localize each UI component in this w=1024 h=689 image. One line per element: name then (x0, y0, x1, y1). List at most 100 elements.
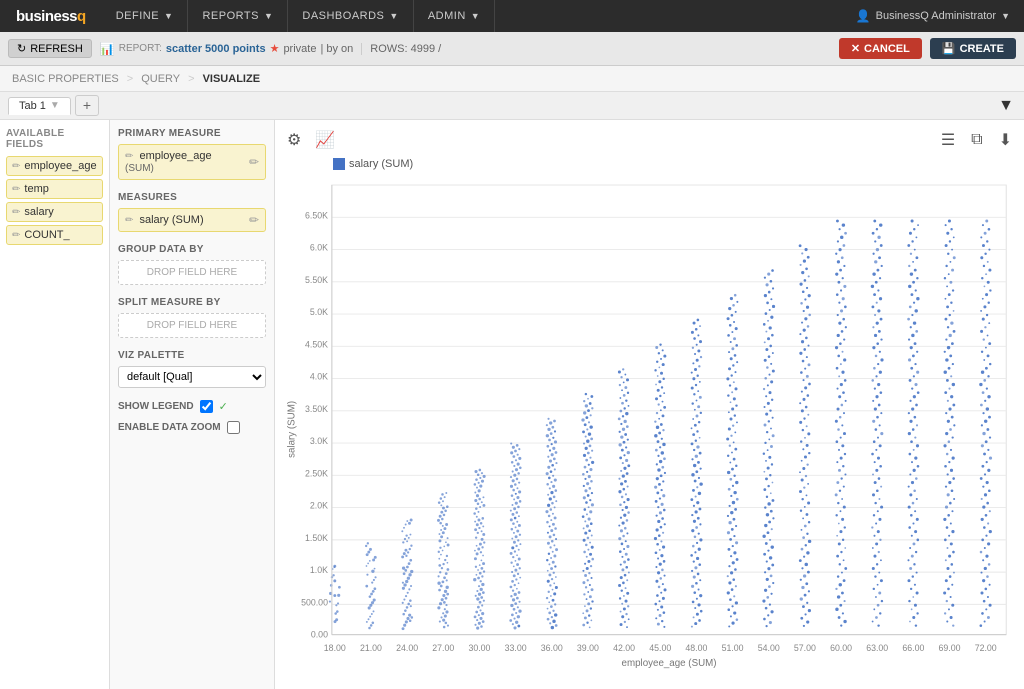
svg-text:3.0K: 3.0K (310, 436, 328, 446)
pencil-icon: ✏ (12, 230, 20, 241)
breadcrumb-step-1[interactable]: BASIC PROPERTIES (12, 73, 119, 85)
enable-zoom-row: ENABLE DATA ZOOM (118, 421, 266, 434)
refresh-button[interactable]: ↻ REFRESH (8, 39, 92, 58)
chart-type-icon[interactable]: 📈 (311, 128, 339, 152)
group-data-dropzone[interactable]: DROP FIELD HERE (118, 260, 266, 285)
svg-text:60.00: 60.00 (830, 643, 852, 653)
svg-text:51.00: 51.00 (722, 643, 744, 653)
edit-primary-measure-icon[interactable]: ✏ (249, 155, 259, 169)
split-measure-title: SPLIT MEASURE BY (118, 297, 266, 308)
pencil-icon: ✏ (12, 184, 20, 195)
create-button[interactable]: 💾 CREATE (930, 38, 1016, 59)
nav-reports[interactable]: REPORTS ▼ (188, 0, 288, 32)
chart-tools-left: ⚙ 📈 (283, 128, 339, 152)
filter-icon[interactable]: ▼ (998, 97, 1014, 115)
svg-text:57.00: 57.00 (794, 643, 816, 653)
group-data-title: GROUP DATA BY (118, 244, 266, 255)
split-measure-dropzone[interactable]: DROP FIELD HERE (118, 313, 266, 338)
config-panel: PRIMARY MEASURE ✏ employee_age (SUM) ✏ M… (110, 120, 275, 689)
svg-text:5.0K: 5.0K (310, 307, 328, 317)
svg-text:72.00: 72.00 (975, 643, 997, 653)
svg-text:4.0K: 4.0K (310, 372, 328, 382)
svg-text:54.00: 54.00 (758, 643, 780, 653)
viz-palette-section: VIZ PALETTE default [Qual] (118, 350, 266, 388)
svg-text:66.00: 66.00 (902, 643, 924, 653)
primary-measure-title: PRIMARY MEASURE (118, 128, 266, 139)
main-area: AVAILABLE FIELDS ✏ employee_age ✏ temp ✏… (0, 120, 1024, 689)
svg-text:39.00: 39.00 (577, 643, 599, 653)
primary-measure-section: PRIMARY MEASURE ✏ employee_age (SUM) ✏ (118, 128, 266, 180)
svg-text:0.00: 0.00 (311, 630, 328, 640)
available-fields-title: AVAILABLE FIELDS (6, 128, 103, 150)
chart-toolbar: ⚙ 📈 ☰ ⧉ ⬇ (283, 126, 1016, 154)
svg-text:2.0K: 2.0K (310, 501, 328, 511)
report-info: 📊 REPORT: scatter 5000 points ★ private … (100, 42, 831, 56)
left-panel: AVAILABLE FIELDS ✏ employee_age ✏ temp ✏… (0, 120, 110, 689)
chart-settings-icon[interactable]: ⚙ (283, 128, 305, 152)
svg-text:63.00: 63.00 (866, 643, 888, 653)
svg-text:45.00: 45.00 (649, 643, 671, 653)
nav-define[interactable]: DEFINE ▼ (102, 0, 189, 32)
scatter-chart: salary (SUM) 0.00 (283, 172, 1016, 677)
svg-text:500.00: 500.00 (301, 597, 328, 607)
field-temp[interactable]: ✏ temp (6, 179, 103, 199)
tab-1[interactable]: Tab 1 ▼ (8, 97, 71, 115)
edit-measure-icon[interactable]: ✏ (249, 213, 259, 227)
svg-text:21.00: 21.00 (360, 643, 382, 653)
svg-text:42.00: 42.00 (613, 643, 635, 653)
svg-text:4.50K: 4.50K (305, 339, 328, 349)
svg-text:6.0K: 6.0K (310, 243, 328, 253)
svg-text:48.00: 48.00 (685, 643, 707, 653)
add-tab-button[interactable]: + (75, 95, 99, 116)
breadcrumb-step-3: VISUALIZE (203, 73, 260, 85)
field-count[interactable]: ✏ COUNT_ (6, 225, 103, 245)
split-measure-section: SPLIT MEASURE BY DROP FIELD HERE (118, 297, 266, 338)
svg-text:6.50K: 6.50K (305, 210, 328, 220)
viz-palette-select[interactable]: default [Qual] (118, 366, 266, 388)
svg-text:1.0K: 1.0K (310, 565, 328, 575)
chart-tools-right: ☰ ⧉ ⬇ (937, 128, 1016, 152)
breadcrumb-step-2[interactable]: QUERY (141, 73, 180, 85)
svg-text:33.00: 33.00 (505, 643, 527, 653)
chart-legend: salary (SUM) (333, 158, 1016, 170)
pencil-icon: ✏ (12, 161, 20, 172)
svg-text:18.00: 18.00 (324, 643, 346, 653)
svg-text:employee_age (SUM): employee_age (SUM) (622, 658, 717, 669)
svg-text:36.00: 36.00 (541, 643, 563, 653)
svg-text:3.50K: 3.50K (305, 404, 328, 414)
chart-copy-icon[interactable]: ⧉ (967, 129, 986, 151)
show-legend-row: SHOW LEGEND ✓ (118, 400, 266, 413)
chart-panel: ⚙ 📈 ☰ ⧉ ⬇ salary (SUM) salary (SUM) (275, 120, 1024, 689)
measures-section: MEASURES ✏ salary (SUM) ✏ (118, 192, 266, 232)
breadcrumb: BASIC PROPERTIES > QUERY > VISUALIZE (0, 66, 1024, 92)
measures-title: MEASURES (118, 192, 266, 203)
logo: businessq (0, 8, 102, 25)
svg-text:24.00: 24.00 (396, 643, 418, 653)
svg-text:5.50K: 5.50K (305, 275, 328, 285)
pencil-icon: ✏ (12, 207, 20, 218)
chart-download-icon[interactable]: ⬇ (995, 128, 1016, 152)
cancel-button[interactable]: ✕ CANCEL (839, 38, 922, 59)
toolbar: ↻ REFRESH 📊 REPORT: scatter 5000 points … (0, 32, 1024, 66)
svg-text:1.50K: 1.50K (305, 533, 328, 543)
user-menu[interactable]: 👤 BusinessQ Administrator ▼ (842, 9, 1024, 23)
nav-admin[interactable]: ADMIN ▼ (414, 0, 495, 32)
field-employee-age[interactable]: ✏ employee_age (6, 156, 103, 176)
group-data-section: GROUP DATA BY DROP FIELD HERE (118, 244, 266, 285)
svg-text:salary (SUM): salary (SUM) (287, 401, 298, 458)
nav-dashboards[interactable]: DASHBOARDS ▼ (288, 0, 413, 32)
enable-zoom-checkbox[interactable] (227, 421, 240, 434)
top-nav: businessq DEFINE ▼ REPORTS ▼ DASHBOARDS … (0, 0, 1024, 32)
svg-text:27.00: 27.00 (432, 643, 454, 653)
measure-salary[interactable]: ✏ salary (SUM) ✏ (118, 208, 266, 232)
svg-text:30.00: 30.00 (468, 643, 490, 653)
primary-measure-field[interactable]: ✏ employee_age (SUM) ✏ (118, 144, 266, 180)
chart-area: salary (SUM) salary (SUM) (283, 158, 1016, 683)
viz-palette-title: VIZ PALETTE (118, 350, 266, 361)
tab-bar: Tab 1 ▼ + ▼ (0, 92, 1024, 120)
field-salary[interactable]: ✏ salary (6, 202, 103, 222)
chart-list-icon[interactable]: ☰ (937, 128, 959, 152)
svg-text:2.50K: 2.50K (305, 468, 328, 478)
show-legend-checkbox[interactable] (200, 400, 213, 413)
svg-text:69.00: 69.00 (939, 643, 961, 653)
